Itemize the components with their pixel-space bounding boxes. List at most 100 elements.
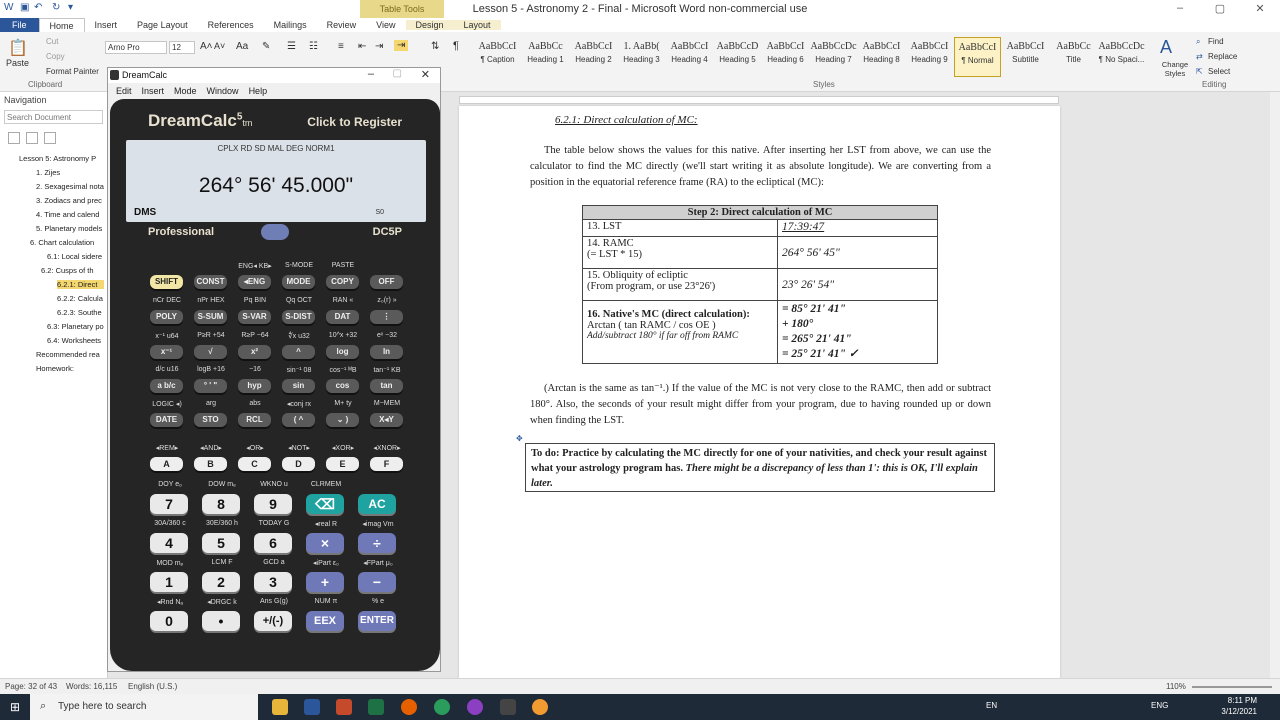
cut-button[interactable]: Cut (46, 37, 58, 46)
nav-heading-item[interactable]: 5. Planetary models (36, 224, 104, 233)
minimize-icon[interactable]: – (1160, 0, 1200, 15)
firefox-taskbar-icon[interactable] (401, 699, 417, 715)
change-styles-icon[interactable]: A (1160, 37, 1172, 58)
calc-key-e[interactable]: E (326, 457, 359, 471)
nav-heading-item[interactable]: Recommended rea (36, 350, 104, 359)
nav-heading-item[interactable]: 6.3: Planetary po (47, 322, 104, 331)
calc-menu-help[interactable]: Help (249, 86, 268, 96)
copy-button[interactable]: Copy (46, 52, 65, 61)
app-taskbar-icon[interactable] (434, 699, 450, 715)
style-heading-8[interactable]: AaBbCcI Heading 8 (858, 37, 905, 77)
calc-key-6[interactable]: 6 (254, 533, 292, 553)
grow-font-icon[interactable]: A˄ (200, 41, 213, 52)
page-count[interactable]: Page: 32 of 43 (5, 682, 57, 691)
calc-menu-edit[interactable]: Edit (116, 86, 132, 96)
calc-key[interactable]: ( ^ (282, 413, 315, 427)
change-case-icon[interactable]: Aa (236, 41, 248, 52)
powerpoint-taskbar-icon[interactable] (336, 699, 352, 715)
style-heading-4[interactable]: AaBbCcI Heading 4 (666, 37, 713, 77)
dreamcalc-taskbar-icon[interactable] (500, 699, 516, 715)
style-title[interactable]: AaBbCc Title (1050, 37, 1097, 77)
calc-key-d[interactable]: D (282, 457, 315, 471)
multilevel-list-icon[interactable]: ≡ (338, 41, 344, 52)
close-icon[interactable]: ✕ (1240, 0, 1280, 15)
calc-key-backspace[interactable]: ⌫ (306, 494, 344, 514)
calc-key-sto[interactable]: STO (194, 413, 227, 427)
tab-insert[interactable]: Insert (85, 20, 128, 30)
row-obliquity-value[interactable]: 23° 26' 54" (777, 268, 938, 301)
calc-key-all-clear[interactable]: AC (358, 494, 396, 514)
style-no-spaci[interactable]: AaBbCcDc ¶ No Spaci... (1098, 37, 1145, 77)
browse-results-icon[interactable] (44, 132, 56, 144)
calc-key-hyp[interactable]: hyp (238, 379, 271, 393)
select-icon[interactable]: ⇱ (1196, 67, 1203, 76)
calc-key-ln[interactable]: ln (370, 345, 403, 359)
show-marks-icon[interactable]: ¶ (453, 40, 459, 52)
vertical-scrollbar[interactable] (1270, 92, 1280, 678)
sort-icon[interactable]: ⇅ (431, 41, 439, 52)
clock-date[interactable]: 3/12/2021 (1207, 707, 1257, 716)
replace-button[interactable]: Replace (1208, 52, 1237, 61)
calc-close-icon[interactable]: ✕ (421, 68, 430, 81)
calc-key[interactable]: ⋮ (370, 310, 403, 324)
calc-key-plus[interactable]: + (306, 572, 344, 592)
tab-mailings[interactable]: Mailings (264, 20, 317, 30)
calc-key-b[interactable]: B (194, 457, 227, 471)
nav-heading-item[interactable]: 6.2: Cusps of th (41, 266, 104, 275)
calc-key-c[interactable]: C (238, 457, 271, 471)
calc-key-multiply[interactable]: × (306, 533, 344, 553)
calc-key[interactable]: √ (194, 345, 227, 359)
format-painter-button[interactable]: Format Painter (46, 67, 99, 76)
calc-key-decimal-point[interactable]: • (202, 611, 240, 631)
style-heading-6[interactable]: AaBbCcI Heading 6 (762, 37, 809, 77)
style-caption[interactable]: AaBbCcI ¶ Caption (474, 37, 521, 77)
nav-heading-item[interactable]: 6.1: Local sidere (47, 252, 104, 261)
calc-key-s-dist[interactable]: S-DIST (282, 310, 315, 324)
tab-references[interactable]: References (198, 20, 264, 30)
tab-layout[interactable]: Layout (453, 20, 501, 30)
style-heading-7[interactable]: AaBbCcDc Heading 7 (810, 37, 857, 77)
calc-key-const[interactable]: CONST (194, 275, 227, 289)
calc-key-4[interactable]: 4 (150, 533, 188, 553)
calc-key-enter[interactable]: ENTER (358, 611, 396, 631)
row-ramc-value[interactable]: 264° 56' 45" (777, 236, 938, 269)
nav-heading-item[interactable]: 6.2.2: Calcula (57, 294, 104, 303)
table-move-handle-icon[interactable]: ✥ (516, 434, 523, 443)
calc-key-log[interactable]: log (326, 345, 359, 359)
ltr-icon[interactable]: ⇥ (394, 40, 409, 51)
nav-heading-item[interactable]: 2. Sexagesimal nota (36, 182, 104, 191)
calc-key-shift[interactable]: SHIFT (150, 275, 183, 289)
nav-heading-item[interactable]: 6.2.3: Southe (57, 308, 104, 317)
calc-key-0[interactable]: 0 (150, 611, 188, 631)
row-mc-values[interactable]: = 85° 21' 41" + 180° = 265° 21' 41" = 25… (777, 300, 938, 364)
find-icon[interactable]: ⌕ (1196, 37, 1200, 47)
taskbar-search-input[interactable]: Type here to search (30, 694, 258, 720)
file-explorer-icon[interactable] (272, 699, 288, 715)
tab-home[interactable]: Home (38, 18, 85, 32)
calc-key-dat[interactable]: DAT (326, 310, 359, 324)
nav-heading-item[interactable]: 6.4: Worksheets (47, 336, 104, 345)
style-heading-1[interactable]: AaBbCc Heading 1 (522, 37, 569, 77)
calc-key-date[interactable]: DATE (150, 413, 183, 427)
calc-key-mode[interactable]: MODE (282, 275, 315, 289)
increase-indent-icon[interactable]: ⇥ (375, 41, 383, 52)
calc-menu-window[interactable]: Window (207, 86, 239, 96)
calc-nav-button[interactable] (261, 224, 289, 240)
calc-key-5[interactable]: 5 (202, 533, 240, 553)
nav-heading-item[interactable]: 1. Zijes (36, 168, 104, 177)
paste-button[interactable]: Paste (6, 58, 29, 68)
word-count[interactable]: Words: 16,115 (66, 682, 117, 691)
nav-heading-item[interactable]: Homework: (36, 364, 104, 373)
style-subtitle[interactable]: AaBbCcI Subtitle (1002, 37, 1049, 77)
calc-minimize-icon[interactable]: – (368, 68, 374, 80)
calc-key[interactable]: ⌄ ) (326, 413, 359, 427)
nav-heading-item[interactable]: 6.2.1: Direct (57, 280, 104, 289)
calc-key-3[interactable]: 3 (254, 572, 292, 592)
app3-taskbar-icon[interactable] (532, 699, 548, 715)
calc-key-negate[interactable]: +/(-) (254, 611, 292, 631)
calc-key-copy[interactable]: COPY (326, 275, 359, 289)
calc-menu-mode[interactable]: Mode (174, 86, 197, 96)
calc-key-tan[interactable]: tan (370, 379, 403, 393)
calc-key-divide[interactable]: ÷ (358, 533, 396, 553)
calc-key-8[interactable]: 8 (202, 494, 240, 514)
